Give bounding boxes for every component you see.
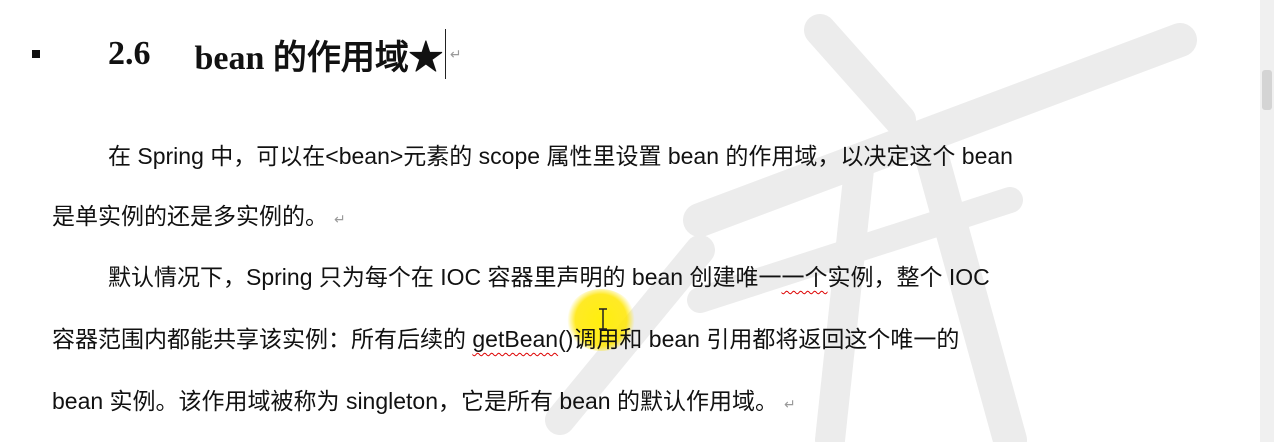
scrollbar-thumb[interactable] [1262, 70, 1272, 110]
paragraph2-line2-text-c: ()调用和 bean 引用都将返回这个唯一的 [558, 326, 960, 352]
spellcheck-word-getbean: getBean [472, 326, 559, 352]
paragraph1-line2-text: 是单实例的还是多实例的。 [52, 203, 328, 229]
paragraph2-line1: 默认情况下，Spring 只为每个在 IOC 容器里声明的 bean 创建唯一一… [108, 262, 990, 292]
paragraph2-line3: bean 实例。该作用域被称为 singleton，它是所有 bean 的默认作… [52, 386, 796, 419]
ibeam-cursor-icon [599, 308, 607, 330]
paragraph-mark-icon: ↵ [334, 211, 346, 227]
paragraph1-line1: 在 Spring 中，可以在<bean>元素的 scope 属性里设置 bean… [108, 143, 1013, 169]
paragraph-mark-icon: ↵ [783, 396, 796, 412]
paragraph2-line1-text-a: 默认情况下，Spring 只为每个在 IOC 容器里声明的 bean 创建唯一 [108, 264, 782, 290]
paragraph2-line1-text-c: 实例，整个 IOC [827, 264, 990, 290]
paragraph2-line3-text: bean 实例。该作用域被称为 singleton，它是所有 bean 的默认作… [52, 388, 778, 414]
heading-title: bean 的作用域★ [194, 39, 443, 77]
section-heading: 2.6 bean 的作用域★ ↵ [32, 26, 462, 82]
paragraph2-line2: 容器范围内都能共享该实例：所有后续的 getBean()调用和 bean 引用都… [52, 324, 959, 354]
vertical-scrollbar[interactable] [1260, 0, 1274, 442]
paragraph2-line2-text-a: 容器范围内都能共享该实例：所有后续的 [52, 326, 473, 352]
text-cursor [444, 29, 446, 79]
paragraph1-line2: 是单实例的还是多实例的。 ↵ [52, 201, 346, 234]
paragraph-mark-icon: ↵ [449, 45, 462, 62]
bullet-icon [32, 50, 40, 58]
heading-number: 2.6 [108, 35, 151, 72]
spellcheck-word: 一个 [781, 264, 828, 290]
